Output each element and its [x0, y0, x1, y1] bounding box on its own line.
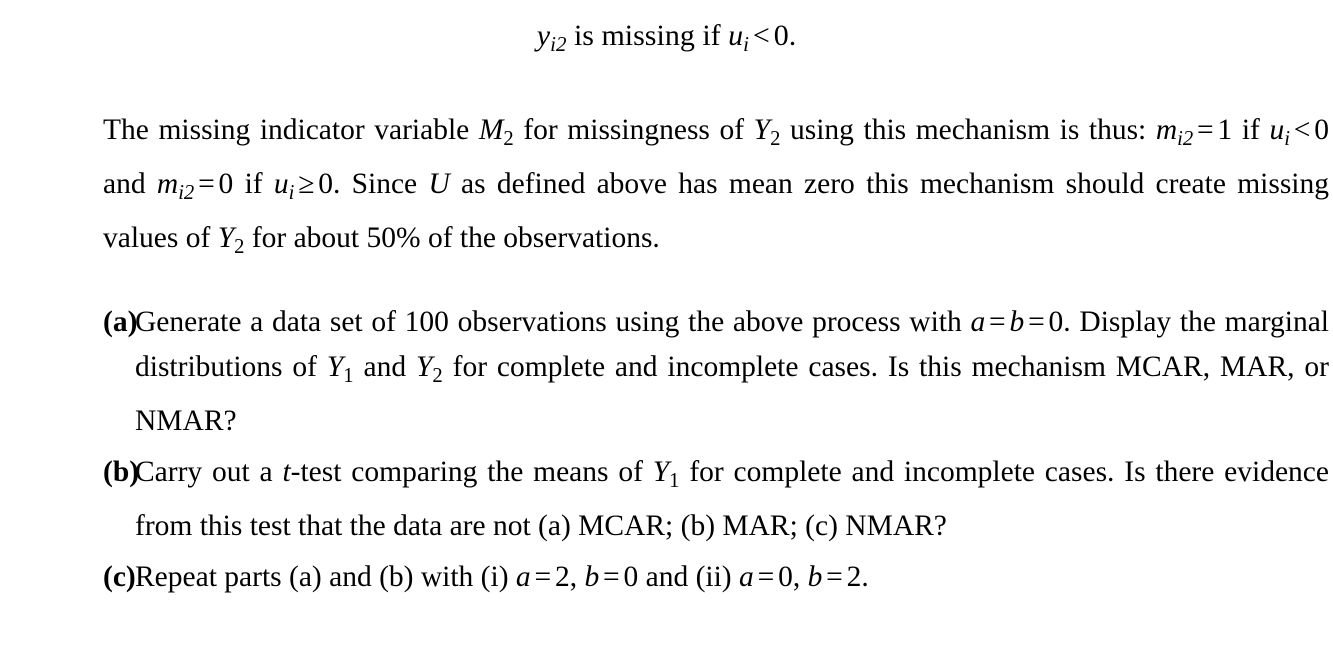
list-item-b-text: Carry out a t-test comparing the means o… — [135, 450, 1329, 549]
subscript-2: 2 — [234, 235, 245, 258]
variable-U: U — [428, 167, 450, 200]
paragraph-text-1: The missing indicator variable — [103, 114, 479, 146]
body-paragraph: The missing indicator variable M2 for mi… — [103, 108, 1329, 269]
value-zero: 0 — [318, 167, 333, 200]
subscript-1: 1 — [669, 469, 680, 492]
equals-operator: = — [826, 560, 843, 593]
variable-u: u — [273, 167, 289, 200]
paragraph-text-5: and — [103, 167, 157, 200]
variable-b: b — [807, 560, 823, 593]
equals-operator: = — [1028, 306, 1045, 338]
exercise-list: (a) Generate a data set of 100 observati… — [103, 300, 1329, 606]
paragraph-text-2: for missingness of — [513, 114, 754, 146]
item-c-text-2: and (ii) — [638, 560, 740, 593]
equals-operator: = — [198, 167, 215, 200]
value-two: 2 — [554, 560, 570, 593]
variable-M: M — [478, 114, 504, 146]
value-two: 2 — [846, 560, 862, 593]
paragraph-text-3: using this mechanism is thus: — [780, 114, 1156, 146]
equals-operator: = — [1197, 114, 1214, 146]
variable-b: b — [1009, 306, 1025, 338]
list-item-a-text: Generate a data set of 100 observations … — [135, 300, 1329, 444]
item-c-text-1: Repeat parts (a) and (b) with (i) — [135, 560, 516, 593]
comma-separator: , — [792, 560, 808, 593]
item-a-text-1: Generate a data set of 100 observations … — [135, 306, 971, 338]
paragraph-text-7: . Since — [332, 167, 429, 200]
less-than-operator: < — [1293, 114, 1311, 146]
equals-operator: = — [534, 560, 552, 593]
greater-equal-operator: ≥ — [298, 167, 315, 200]
display-equation: yi2 is missing if ui <0. — [0, 16, 1333, 64]
value-one: 1 — [1217, 114, 1233, 146]
variable-b: b — [584, 560, 600, 593]
variable-Y: Y — [753, 114, 771, 146]
subscript-2: 2 — [503, 127, 514, 150]
period: . — [788, 19, 797, 52]
item-b-text-2: -test comparing the means of — [290, 455, 653, 488]
value-zero: 0 — [778, 560, 793, 593]
subscript-2: 2 — [770, 127, 781, 150]
list-item-c: (c) Repeat parts (a) and (b) with (i) a =… — [103, 555, 1329, 600]
list-marker-a: (a) — [103, 306, 138, 338]
equals-operator: = — [757, 560, 775, 593]
list-item-a: (a) Generate a data set of 100 observati… — [103, 300, 1329, 444]
document-page: yi2 is missing if ui <0. The missing indi… — [0, 0, 1333, 659]
variable-Y: Y — [416, 351, 433, 383]
subscript-2: 2 — [432, 364, 443, 387]
subscript-i2: i2 — [178, 181, 195, 204]
variable-m: m — [1155, 114, 1178, 146]
list-marker-b: (b) — [103, 455, 140, 488]
period: . — [861, 560, 869, 593]
variable-y: y — [536, 19, 551, 52]
value-zero: 0 — [1048, 306, 1064, 338]
list-item-c-text: Repeat parts (a) and (b) with (i) a = 2, b… — [135, 555, 1329, 600]
variable-t: t — [282, 455, 291, 488]
item-b-text-1: Carry out a — [135, 455, 283, 488]
variable-a: a — [739, 560, 754, 593]
variable-Y: Y — [326, 351, 344, 383]
value-zero: 0 — [623, 560, 639, 593]
paragraph-text-9: for about 50% of the observations. — [244, 221, 660, 254]
subscript-1: 1 — [343, 364, 354, 387]
variable-a: a — [970, 306, 986, 338]
paragraph-text-4: if — [1232, 114, 1270, 146]
item-a-text-3: and — [353, 351, 416, 383]
paragraph-text-6: if — [233, 167, 274, 200]
variable-m: m — [156, 167, 179, 200]
variable-Y: Y — [217, 221, 235, 254]
equation-text: is missing if — [566, 19, 729, 52]
equals-operator: = — [989, 306, 1006, 338]
subscript-i2: i2 — [1177, 127, 1194, 150]
value-zero: 0 — [1314, 114, 1329, 146]
comma-separator: , — [569, 560, 585, 593]
list-item-b: (b) Carry out a t-test comparing the mea… — [103, 450, 1329, 549]
variable-Y: Y — [652, 455, 670, 488]
value-zero: 0 — [773, 19, 789, 52]
less-than-operator: < — [752, 19, 770, 52]
equals-operator: = — [603, 560, 620, 593]
subscript-i2: i2 — [550, 31, 567, 56]
variable-a: a — [515, 560, 531, 593]
value-zero: 0 — [218, 167, 234, 200]
list-marker-c: (c) — [103, 560, 136, 593]
variable-u: u — [1269, 114, 1285, 146]
variable-u: u — [728, 19, 744, 52]
